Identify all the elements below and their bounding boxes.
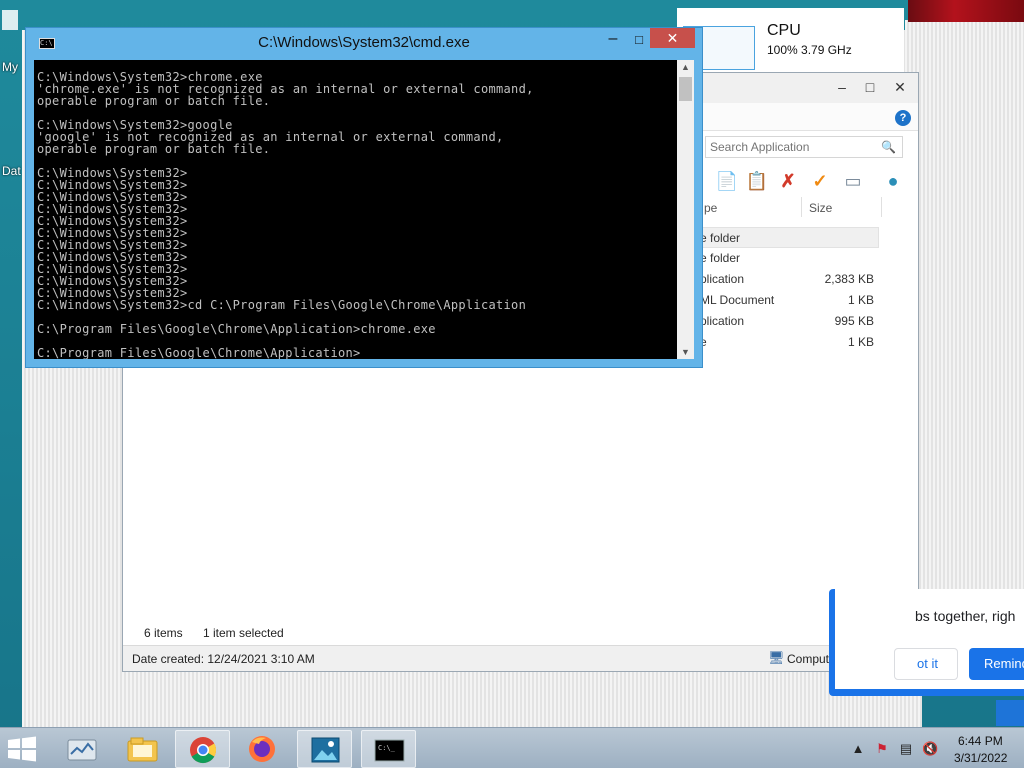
file-type: ML Document [700, 293, 775, 307]
cmd-close-button[interactable]: ✕ [650, 28, 695, 48]
console-line: C:\Program Files\Google\Chrome\Applicati… [37, 322, 436, 336]
column-divider[interactable] [881, 197, 882, 217]
file-type: e folder [700, 231, 741, 245]
console-lines: C:\Windows\System32>chrome.exe'chrome.ex… [37, 71, 534, 359]
taskbar-file-explorer[interactable] [55, 730, 110, 768]
file-row[interactable]: e folder [700, 248, 880, 269]
scroll-down-icon[interactable]: ▼ [677, 345, 694, 359]
file-explorer-icon [67, 739, 97, 761]
desktop-label-my: My [2, 60, 18, 74]
date-created: Date created: 12/24/2021 3:10 AM [132, 652, 315, 666]
file-size: 1 KB [847, 335, 874, 349]
taskbar-file-manager[interactable] [115, 730, 170, 768]
svg-text:C:\_: C:\_ [378, 744, 396, 752]
show-hidden-icons-icon[interactable]: ▲ [850, 741, 866, 757]
action-center-flag-icon[interactable]: ⚑ [874, 741, 890, 757]
volume-muted-icon[interactable]: 🔇 [922, 741, 938, 757]
background-chip [996, 700, 1024, 726]
file-type: e folder [700, 251, 741, 265]
search-icon[interactable]: 🔍 [881, 140, 896, 154]
console-line: C:\Windows\System32>cd C:\Program Files\… [37, 298, 527, 312]
remind-button[interactable]: Remind [969, 648, 1024, 680]
taskbar: C:\_ ▲ ⚑ ▤ 🔇 6:44 PM 3/31/2022 [0, 727, 1024, 768]
background-window-right [905, 20, 1024, 590]
chrome-notification[interactable]: bs together, righ ot it Remind [829, 589, 1024, 696]
cmd-maximize-button[interactable]: □ [627, 30, 651, 50]
taskbar-firefox[interactable] [235, 730, 290, 768]
selection-count: 1 item selected [203, 626, 284, 640]
console-line: C:\Program Files\Google\Chrome\Applicati… [37, 346, 361, 359]
file-type: plication [700, 272, 745, 286]
help-icon[interactable]: ? [895, 110, 911, 126]
item-count: 6 items [144, 626, 183, 640]
task-manager-cpu-panel[interactable]: CPU 100% 3.79 GHz [677, 8, 904, 72]
file-size: 2,383 KB [824, 272, 874, 286]
taskbar-chrome[interactable] [175, 730, 230, 768]
network-icon[interactable]: ▤ [898, 741, 914, 757]
search-input[interactable] [710, 139, 878, 155]
file-row[interactable]: e 1 KB [700, 332, 880, 353]
cmd-minimize-button[interactable]: – [601, 30, 625, 50]
search-box[interactable]: 🔍 [705, 136, 903, 158]
photo-viewer-icon [311, 737, 340, 763]
clock-date[interactable]: 3/31/2022 [954, 751, 1007, 765]
cmd-window[interactable]: C:\ C:\Windows\System32\cmd.exe – □ ✕ C:… [25, 27, 703, 368]
details-pane: Date created: 12/24/2021 3:10 AM 🖥 Compu… [123, 645, 918, 671]
file-row[interactable]: plication 2,383 KB [700, 269, 880, 290]
clock-time[interactable]: 6:44 PM [958, 734, 1003, 748]
delete-icon[interactable]: ✗ [776, 170, 800, 192]
copy-icon[interactable]: 📄 [715, 170, 739, 192]
column-header-size[interactable]: Size [809, 201, 832, 215]
file-row[interactable]: ML Document 1 KB [700, 290, 880, 311]
explorer-close-button[interactable]: ✕ [886, 77, 914, 97]
cmd-titlebar[interactable]: C:\ C:\Windows\System32\cmd.exe – □ ✕ [26, 28, 702, 58]
desktop-icon-frag-1[interactable] [2, 10, 18, 30]
taskbar-photo-viewer[interactable] [297, 730, 352, 768]
computer-icon: 🖥 [768, 650, 785, 665]
console-line: operable program or batch file. [37, 94, 271, 108]
checkmark-icon[interactable]: ✓ [808, 170, 832, 192]
cmd-scrollbar[interactable]: ▲ ▼ [677, 60, 694, 359]
desktop-label-dat: Dat [2, 164, 21, 178]
column-divider[interactable] [801, 197, 802, 217]
globe-icon[interactable]: ● [881, 170, 905, 192]
scroll-thumb[interactable] [679, 77, 692, 101]
properties-icon[interactable]: ▭ [841, 170, 865, 192]
file-row[interactable]: plication 995 KB [700, 311, 880, 332]
firefox-icon [249, 736, 275, 762]
file-row[interactable]: e folder [699, 227, 879, 248]
chrome-icon [190, 737, 217, 764]
status-bar: 6 items 1 item selected ☰ ▣ [123, 622, 918, 643]
console-line: operable program or batch file. [37, 142, 271, 156]
column-header-type[interactable]: pe [704, 201, 717, 215]
windows-start-icon[interactable] [6, 736, 38, 762]
file-type: plication [700, 314, 745, 328]
explorer-maximize-button[interactable]: □ [856, 77, 884, 97]
taskbar-cmd[interactable]: C:\_ [361, 730, 416, 768]
notification-text: bs together, righ [915, 608, 1016, 624]
got-it-button[interactable]: ot it [894, 648, 958, 680]
cpu-usage: 100% 3.79 GHz [767, 43, 852, 57]
file-manager-icon [127, 737, 158, 762]
cpu-title: CPU [767, 22, 801, 39]
explorer-minimize-button[interactable]: – [828, 77, 856, 97]
background-photo [908, 0, 1024, 22]
cmd-icon: C:\_ [374, 739, 405, 762]
scroll-up-icon[interactable]: ▲ [677, 60, 694, 74]
file-size: 1 KB [847, 293, 874, 307]
file-size: 995 KB [834, 314, 874, 328]
paste-icon[interactable]: 📋 [745, 170, 769, 192]
console-output[interactable]: C:\Windows\System32>chrome.exe'chrome.ex… [34, 60, 677, 359]
